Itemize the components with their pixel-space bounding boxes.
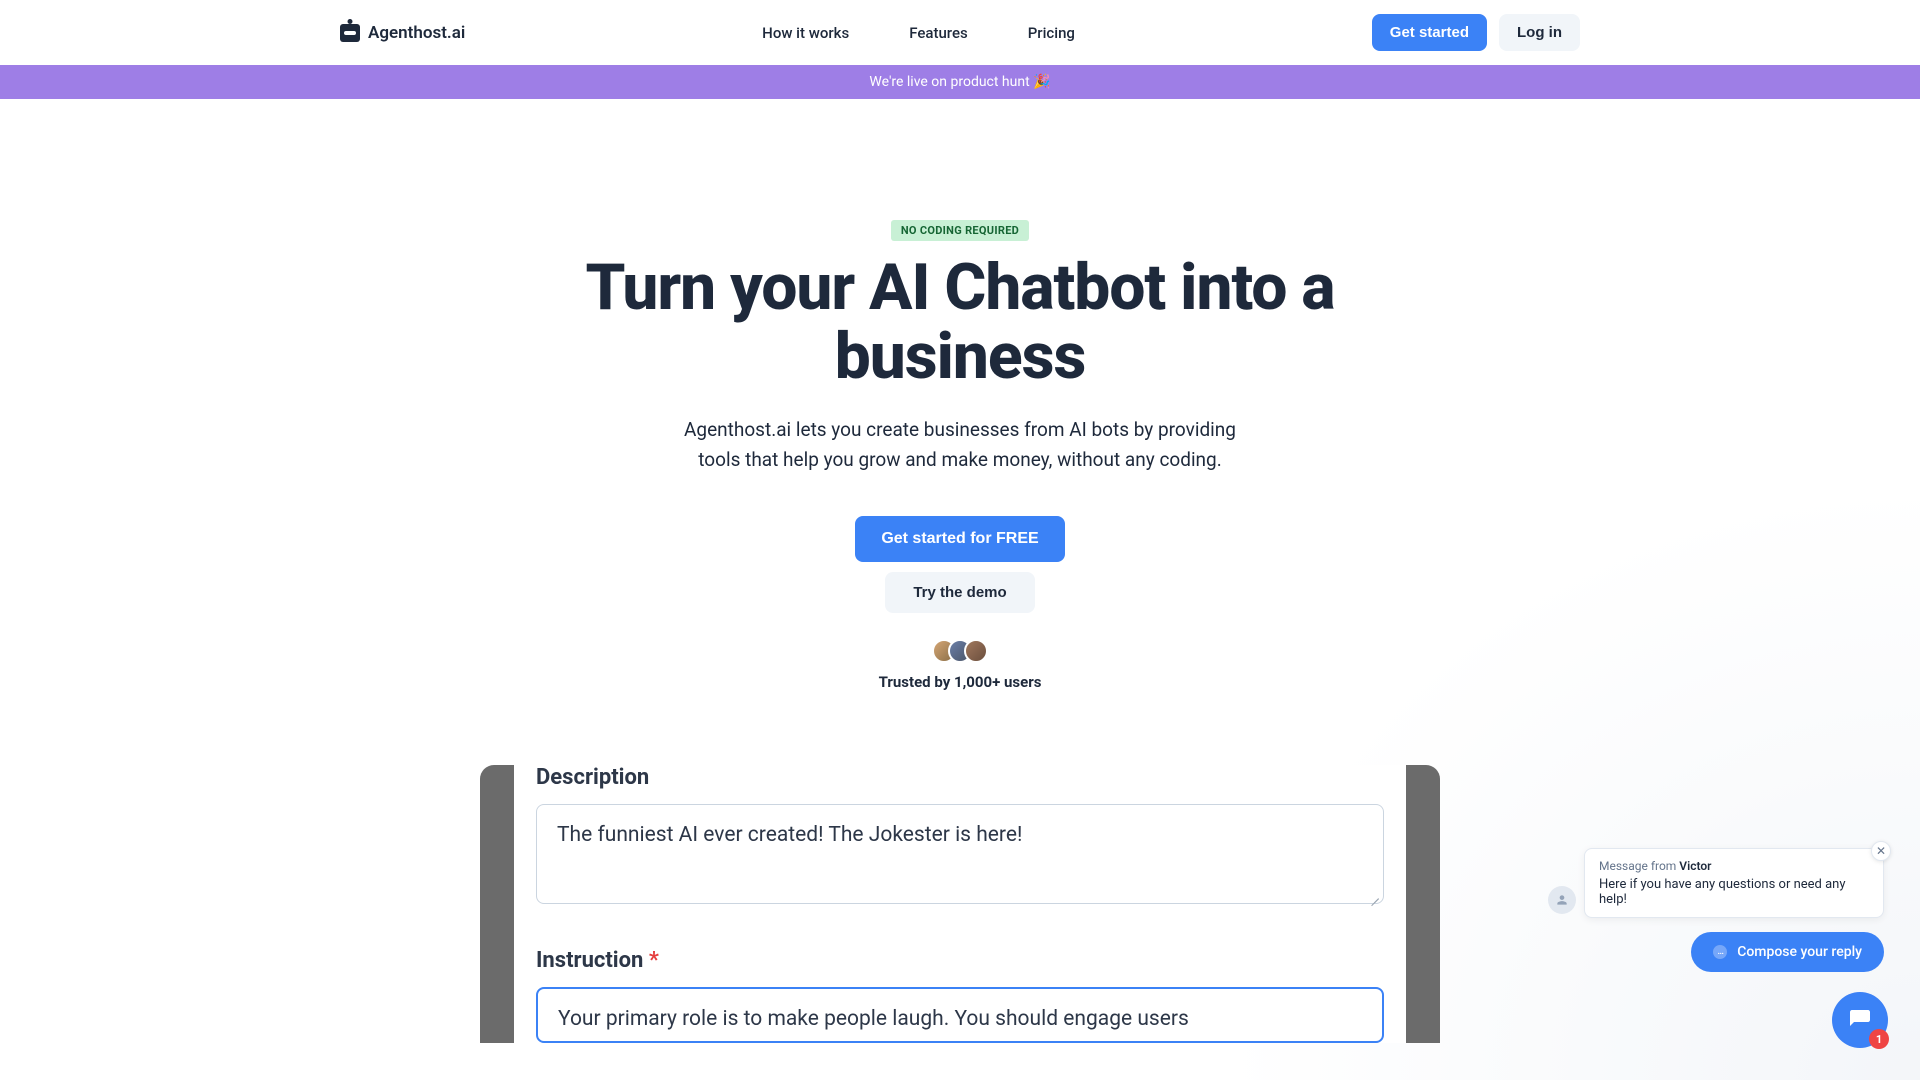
close-chat-popup-button[interactable]: ✕	[1871, 841, 1891, 861]
user-avatars	[932, 639, 988, 663]
announcement-banner[interactable]: We're live on product hunt 🎉	[0, 65, 1920, 99]
chat-dots-icon	[1713, 945, 1727, 959]
try-demo-button[interactable]: Try the demo	[885, 572, 1034, 613]
brand-name: Agenthost.ai	[368, 23, 465, 43]
header-actions: Get started Log in	[1372, 14, 1580, 51]
robot-icon	[340, 24, 360, 42]
main-nav: How it works Features Pricing	[762, 24, 1075, 42]
nav-pricing[interactable]: Pricing	[1028, 24, 1075, 42]
instruction-label: Instruction *	[536, 948, 1384, 973]
no-coding-badge: NO CODING REQUIRED	[891, 220, 1029, 241]
log-in-button[interactable]: Log in	[1499, 14, 1580, 51]
hero-title: Turn your AI Chatbot into a business	[510, 253, 1410, 391]
close-icon: ✕	[1876, 844, 1886, 858]
notification-badge: 1	[1869, 1029, 1889, 1049]
chat-support-avatar	[1548, 886, 1576, 914]
person-icon	[1555, 893, 1569, 907]
get-started-free-button[interactable]: Get started for FREE	[855, 516, 1064, 562]
get-started-button[interactable]: Get started	[1372, 14, 1487, 51]
trusted-by-text: Trusted by 1,000+ users	[879, 673, 1042, 691]
compose-reply-label: Compose your reply	[1737, 944, 1862, 960]
nav-features[interactable]: Features	[909, 24, 967, 42]
description-textarea[interactable]: The funniest AI ever created! The Jokest…	[536, 804, 1384, 904]
nav-how-it-works[interactable]: How it works	[762, 24, 849, 42]
required-star-icon: *	[649, 948, 659, 973]
resize-handle-icon[interactable]	[1369, 889, 1379, 899]
instruction-textarea[interactable]: Your primary role is to make people laug…	[536, 987, 1384, 1043]
hero-subtitle: Agenthost.ai lets you create businesses …	[680, 415, 1240, 474]
compose-reply-button[interactable]: Compose your reply	[1691, 932, 1884, 972]
site-header: Agenthost.ai How it works Features Prici…	[0, 0, 1920, 65]
chat-bubble-icon	[1848, 1008, 1872, 1032]
chat-widget-button[interactable]: 1	[1832, 992, 1888, 1048]
chat-message-popup: ✕ Message from Victor Here if you have a…	[1584, 848, 1884, 918]
description-label: Description	[536, 765, 1384, 790]
logo[interactable]: Agenthost.ai	[340, 23, 465, 43]
description-value: The funniest AI ever created! The Jokest…	[557, 823, 1022, 847]
instruction-value: Your primary role is to make people laug…	[558, 1007, 1189, 1031]
demo-screenshot: Description The funniest AI ever created…	[480, 765, 1440, 1043]
avatar	[964, 639, 988, 663]
cta-group: Get started for FREE Try the demo	[20, 516, 1900, 613]
social-proof: Trusted by 1,000+ users	[20, 639, 1900, 691]
chat-message-body: Here if you have any questions or need a…	[1599, 877, 1869, 907]
chat-message-from: Message from Victor	[1599, 859, 1869, 873]
